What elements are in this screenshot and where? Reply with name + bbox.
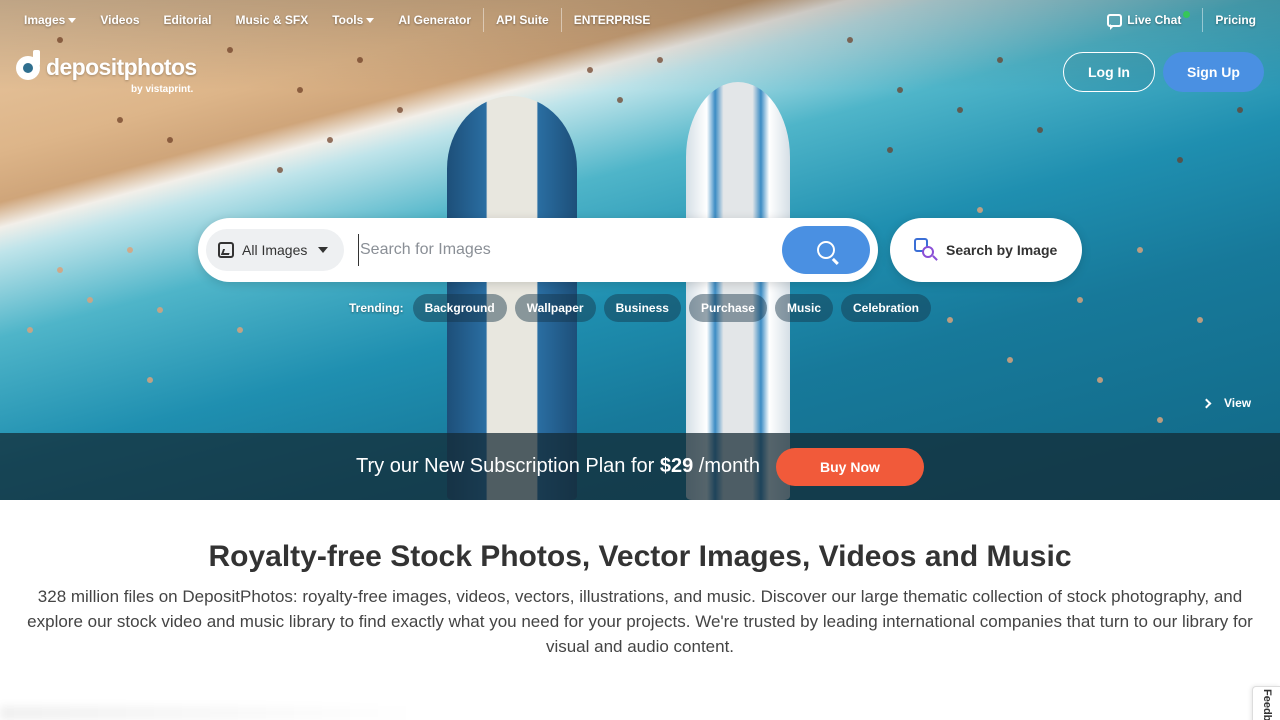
nav-right-group: Live Chat Pricing [1107,0,1256,40]
signup-button[interactable]: Sign Up [1163,52,1264,92]
chat-bubble-icon [1107,13,1123,30]
promo-text-after: /month [698,455,760,477]
nav-images-label: Images [24,13,66,27]
search-by-image-button[interactable]: Search by Image [890,218,1082,282]
nav-images[interactable]: Images [24,13,77,27]
image-category-icon [218,242,234,258]
online-status-dot [1183,10,1191,18]
trending-chip-background[interactable]: Background [412,294,507,322]
feedback-tab-label: Feedback [1261,689,1273,720]
nav-tools[interactable]: Tools [332,13,375,27]
search-bar: All Images [198,218,878,282]
login-button[interactable]: Log In [1063,52,1155,92]
category-dropdown[interactable]: All Images [206,229,344,271]
page-description: 328 million files on DepositPhotos: roya… [27,587,1253,656]
trending-chip-celebration[interactable]: Celebration [841,294,932,322]
nav-divider [483,8,484,32]
chevron-down-icon [68,17,77,23]
live-chat-link[interactable]: Live Chat [1107,10,1191,30]
nav-api-suite[interactable]: API Suite [496,13,549,27]
nav-videos[interactable]: Videos [100,13,139,27]
view-image-link[interactable]: View [1201,396,1252,410]
image-search-icon [914,238,938,262]
logo-subtitle: by vistaprint. [131,84,194,95]
nav-music-sfx[interactable]: Music & SFX [236,13,309,27]
promo-text-before: Try our New Subscription Plan for [356,455,655,477]
card-shadow [0,706,420,720]
nav-divider [1202,8,1204,32]
nav-divider [560,8,562,32]
trending-label: Trending: [349,301,404,315]
page-headline: Royalty-free Stock Photos, Vector Images… [208,540,1072,573]
search-button[interactable] [782,226,870,274]
nav-editorial[interactable]: Editorial [164,13,212,27]
logo-wordmark: depositphotos [46,54,197,80]
live-chat-label: Live Chat [1127,13,1182,27]
search-icon [817,241,835,259]
top-navigation: Images Videos Editorial Music & SFX Tool… [0,0,1280,40]
subscription-promo-banner: Try our New Subscription Plan for $29 /m… [0,433,1280,500]
chevron-right-icon [1201,398,1212,408]
chevron-down-icon [318,247,329,253]
feedback-tab[interactable]: Feedback [1252,686,1280,720]
search-input[interactable] [358,234,768,266]
trending-chip-purchase[interactable]: Purchase [688,294,767,322]
logo-mark-stem [33,50,40,66]
nav-tools-label: Tools [332,13,364,27]
trending-tags: Trending: Background Wallpaper Business … [349,294,939,322]
nav-ai-generator[interactable]: AI Generator [398,13,471,27]
category-dropdown-label: All Images [242,242,308,258]
trending-chip-wallpaper[interactable]: Wallpaper [514,294,596,322]
nav-enterprise[interactable]: ENTERPRISE [574,13,651,27]
buy-now-button[interactable]: Buy Now [775,447,924,486]
search-by-image-label: Search by Image [946,242,1058,258]
view-link-label: View [1224,396,1252,410]
chevron-down-icon [366,17,375,23]
promo-price: $29 [659,455,694,477]
depositphotos-logo[interactable]: depositphotos by vistaprint. [16,50,216,100]
nav-pricing[interactable]: Pricing [1215,13,1256,27]
trending-chip-music[interactable]: Music [774,294,833,322]
trending-chip-business[interactable]: Business [603,294,681,322]
promo-text: Try our New Subscription Plan for $29 /m… [356,455,760,478]
